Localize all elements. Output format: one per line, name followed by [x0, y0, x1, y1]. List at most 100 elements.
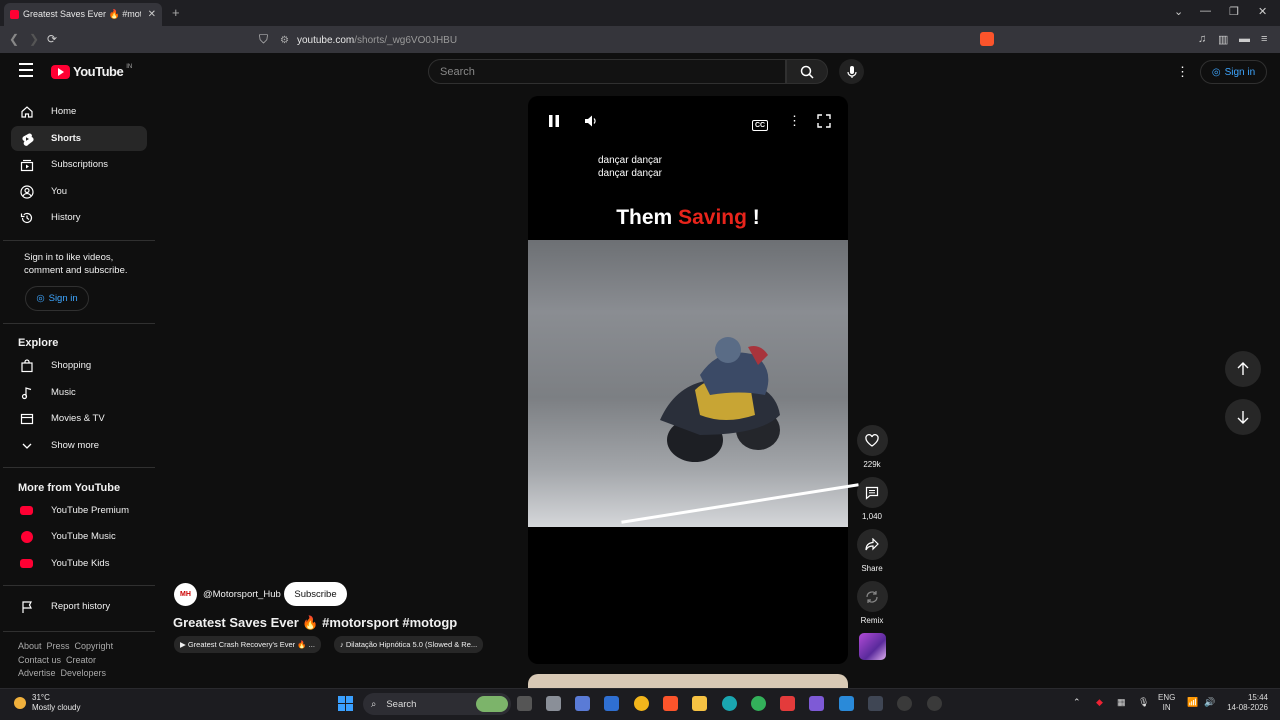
sidebar-toggle-icon[interactable]: ▥	[1218, 33, 1228, 46]
chrome-icon[interactable]	[634, 696, 649, 711]
tray-app-icon[interactable]: ◆	[1096, 697, 1103, 707]
sidebar-item-report-history[interactable]: Report history	[11, 594, 147, 619]
outlook-icon[interactable]	[604, 696, 619, 711]
remix-action[interactable]: Remix	[856, 581, 888, 625]
sidebar-item-you[interactable]: You	[11, 179, 147, 204]
next-short-button[interactable]	[1225, 399, 1261, 435]
sound-thumbnail[interactable]	[856, 633, 888, 660]
player-more-icon[interactable]: ⋮	[788, 113, 801, 129]
reload-icon[interactable]: ⟳	[47, 32, 57, 46]
footer-link[interactable]: Creator	[66, 655, 96, 665]
volume-tray-icon[interactable]: 🔊	[1204, 697, 1215, 707]
volume-icon	[585, 115, 596, 127]
browser-tab[interactable]: Greatest Saves Ever 🔥 #moto ✕	[4, 3, 162, 26]
app-icon[interactable]	[751, 696, 766, 711]
footer-link[interactable]: Advertise	[18, 668, 56, 678]
wifi-icon[interactable]: 📶	[1187, 697, 1198, 707]
youtube-logo[interactable]: YouTube IN	[51, 64, 132, 79]
like-action[interactable]: 229k	[856, 425, 888, 469]
sidebar-item-premium[interactable]: YouTube Premium	[11, 498, 147, 523]
like-button[interactable]	[856, 425, 888, 456]
comments-action[interactable]: 1,040	[856, 477, 888, 521]
sidebar-item-music[interactable]: Music	[11, 380, 147, 405]
app-icon[interactable]	[868, 696, 883, 711]
footer-link[interactable]: Contact us	[18, 655, 61, 665]
sidebar-item-yt-music[interactable]: YouTube Music	[11, 524, 147, 549]
wallet-icon[interactable]: ▬	[1239, 33, 1250, 45]
footer-link[interactable]: About	[18, 641, 42, 651]
fullscreen-button[interactable]	[817, 114, 831, 131]
comments-button[interactable]	[856, 477, 888, 508]
back-icon[interactable]: ❮	[9, 32, 19, 46]
start-button[interactable]	[338, 696, 353, 711]
app-icon[interactable]	[927, 696, 942, 711]
chatgpt-icon[interactable]	[897, 696, 912, 711]
url-field[interactable]: ⚙ youtube.com/shorts/_wg6VO0JHBU	[280, 30, 970, 50]
tray-chevron-icon[interactable]: ⌃	[1073, 697, 1081, 707]
brave-icon[interactable]	[663, 696, 678, 711]
microphone-tray-icon[interactable]: 🎙	[1138, 697, 1149, 707]
settings-kebab-icon[interactable]: ⋮	[1176, 64, 1189, 80]
sidebar-signin-button[interactable]: ◎ Sign in	[25, 286, 89, 311]
brave-shield-icon[interactable]	[980, 32, 994, 46]
sidebar-item-home[interactable]: Home	[11, 99, 147, 124]
youtube-premium-icon	[19, 503, 34, 518]
search-button[interactable]	[786, 59, 828, 84]
visual-studio-icon[interactable]	[809, 696, 824, 711]
tray-app-icon[interactable]: ▦	[1117, 697, 1126, 707]
header-signin-label: Sign in	[1224, 66, 1256, 78]
taskbar-search[interactable]: ⌕ Search	[363, 693, 511, 715]
vscode-icon[interactable]	[839, 696, 854, 711]
sidebar-item-shorts[interactable]: Shorts	[11, 126, 147, 151]
bookmark-icon[interactable]: ⛉	[259, 32, 268, 47]
app-icon[interactable]	[780, 696, 795, 711]
close-window-icon[interactable]: ✕	[1258, 5, 1267, 18]
forward-icon[interactable]: ❯	[29, 32, 39, 46]
footer-link[interactable]: Developers	[61, 668, 107, 678]
close-tab-icon[interactable]: ✕	[148, 9, 156, 20]
sidebar-item-subscriptions[interactable]: Subscriptions	[11, 152, 147, 177]
site-settings-icon[interactable]: ⚙	[280, 35, 289, 46]
edge-icon[interactable]	[722, 696, 737, 711]
maximize-icon[interactable]: ❐	[1229, 5, 1239, 18]
file-explorer-icon[interactable]	[692, 696, 707, 711]
language-indicator[interactable]: ENG IN	[1158, 693, 1175, 713]
media-icon[interactable]: ♫	[1198, 33, 1206, 45]
copilot-icon[interactable]	[575, 696, 590, 711]
new-tab-icon[interactable]: +	[172, 5, 180, 20]
subscribe-button[interactable]: Subscribe	[284, 582, 347, 606]
minimize-icon[interactable]: —	[1200, 5, 1211, 17]
clock[interactable]: 15:44 14-08-2026	[1223, 693, 1268, 713]
pause-button[interactable]	[548, 114, 560, 131]
footer-link[interactable]: Press	[47, 641, 70, 651]
share-button[interactable]	[856, 529, 888, 560]
channel-avatar[interactable]: MH	[174, 583, 197, 606]
widgets-icon[interactable]	[546, 696, 561, 711]
guide-menu-icon[interactable]	[19, 63, 33, 77]
remix-button[interactable]	[856, 581, 888, 612]
related-video-chip[interactable]: ▶ Greatest Crash Recovery's Ever 🔥 ...	[174, 636, 321, 653]
share-action[interactable]: Share	[856, 529, 888, 573]
next-short-thumbnail[interactable]	[528, 674, 848, 688]
tab-list-icon[interactable]: ⌄	[1174, 5, 1183, 18]
voice-search-button[interactable]	[839, 59, 864, 84]
windows-logo-icon	[338, 696, 345, 703]
sidebar-item-movies[interactable]: Movies & TV	[11, 406, 147, 431]
weather-widget[interactable]: 31°C Mostly cloudy	[14, 693, 80, 713]
previous-short-button[interactable]	[1225, 351, 1261, 387]
channel-name[interactable]: @Motorsport_Hub	[203, 589, 281, 600]
header-signin-button[interactable]: ◎ Sign in	[1200, 60, 1267, 84]
task-view-icon[interactable]	[517, 696, 532, 711]
sidebar-show-more[interactable]: Show more	[11, 433, 147, 458]
footer-link[interactable]: Copyright	[75, 641, 114, 651]
captions-button[interactable]: CC	[752, 115, 769, 131]
sidebar-item-history[interactable]: History	[11, 205, 147, 230]
sidebar-item-yt-kids[interactable]: YouTube Kids	[11, 551, 147, 576]
audio-chip[interactable]: ♪ Dilatação Hipnótica 5.0 (Slowed & Re..…	[334, 636, 484, 653]
flag-icon	[19, 599, 34, 614]
comment-icon	[865, 486, 879, 500]
search-input[interactable]: Search	[428, 59, 786, 84]
sidebar-item-shopping[interactable]: Shopping	[11, 353, 147, 378]
volume-button[interactable]	[584, 114, 598, 131]
browser-menu-icon[interactable]: ≡	[1261, 33, 1267, 45]
